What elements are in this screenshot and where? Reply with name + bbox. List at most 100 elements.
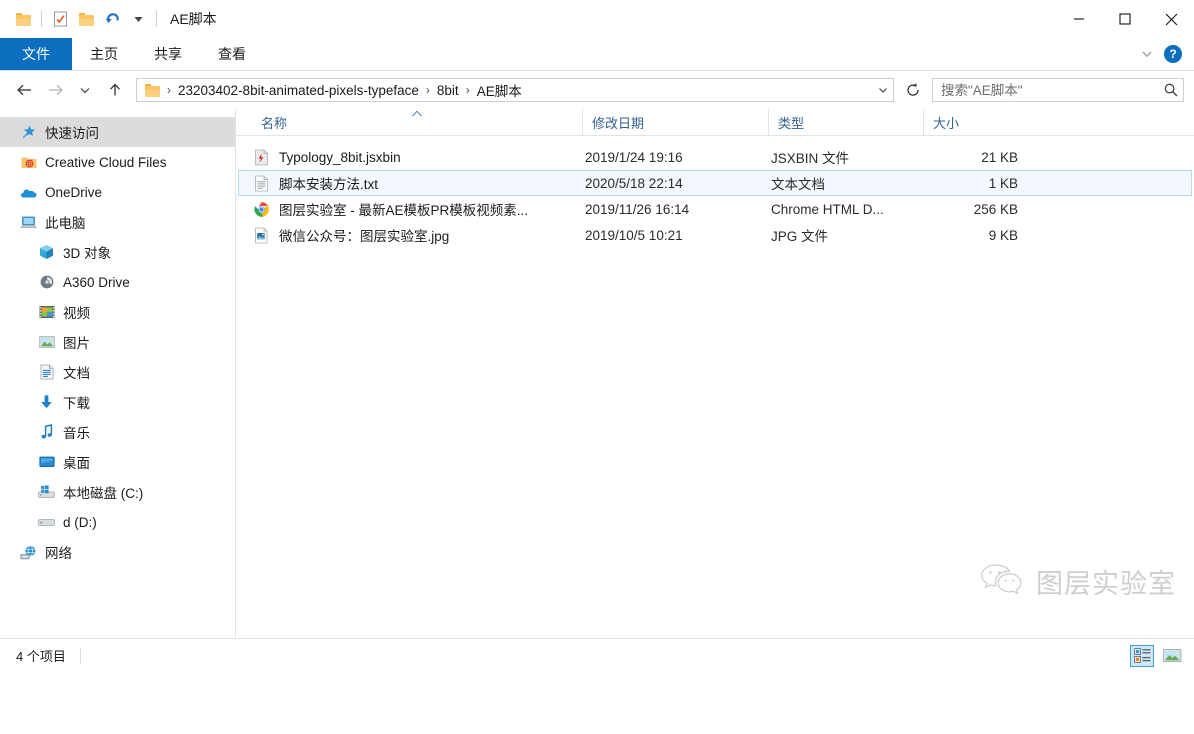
file-date-cell: 2020/5/18 22:14 [585,175,683,191]
sidebar-item-onedrive[interactable]: OneDrive [0,177,235,207]
qat-divider-1 [41,11,42,27]
file-size-cell: 1 KB [988,175,1018,191]
sidebar-item-creative-cloud-files[interactable]: Creative Cloud Files [0,147,235,177]
table-row[interactable]: 图层实验室 - 最新AE模板PR模板视频素... 2019/11/26 16:1… [238,196,1192,222]
ribbon-right-controls: ? [1140,38,1188,70]
search-icon[interactable] [1163,82,1179,98]
breadcrumb-item-0[interactable]: 23203402-8bit-animated-pixels-typeface [174,82,423,99]
refresh-icon[interactable] [902,79,924,101]
properties-icon[interactable] [47,6,73,32]
search-box[interactable] [932,78,1184,102]
folder-icon[interactable] [10,6,36,32]
sidebar-item-this-pc[interactable]: 此电脑 [0,207,235,237]
table-row[interactable]: Typology_8bit.jsxbin 2019/1/24 19:16 JSX… [238,144,1192,170]
this-pc-icon [20,214,37,231]
table-row[interactable]: 脚本安装方法.txt 2020/5/18 22:14 文本文档 1 KB [238,170,1192,196]
sidebar-item-label: 3D 对象 [63,246,112,261]
column-header-label: 类型 [778,115,805,131]
sidebar-item-local-disk-c[interactable]: 本地磁盘 (C:) [0,477,235,507]
sidebar-item-label: 快速访问 [45,126,99,141]
column-header-name[interactable]: 名称 [252,109,582,135]
breadcrumb-items: › 23203402-8bit-animated-pixels-typeface… [164,79,875,101]
column-header-label: 名称 [261,115,288,131]
help-button[interactable]: ? [1164,45,1182,63]
file-list-pane: 名称 修改日期 类型 大小 Typology_8bit.jsxbin 2019/… [236,109,1194,638]
file-name: 图层实验室 - 最新AE模板PR模板视频素... [279,203,529,218]
column-header-label: 大小 [933,115,960,131]
file-name-cell: Typology_8bit.jsxbin [253,149,585,166]
navigation-pane: 快速访问 Creative Cloud Files OneDrive 此电脑 3… [0,109,236,638]
back-button[interactable] [10,75,40,105]
sidebar-item-videos[interactable]: 视频 [0,297,235,327]
sidebar-item-music[interactable]: 音乐 [0,417,235,447]
music-icon [38,424,55,441]
column-header-type[interactable]: 类型 [768,109,923,135]
file-rows: Typology_8bit.jsxbin 2019/1/24 19:16 JSX… [236,136,1194,248]
file-size-cell: 21 KB [981,149,1018,165]
tab-file[interactable]: 文件 [0,38,72,70]
sidebar-item-a360-drive[interactable]: A360 Drive [0,267,235,297]
chevron-down-icon[interactable] [875,79,891,101]
quick-access-toolbar: AE脚本 [0,0,217,38]
file-name: 微信公众号：图层实验室.jpg [279,229,450,244]
forward-button[interactable] [40,75,70,105]
file-name: Typology_8bit.jsxbin [279,149,401,165]
file-name-cell: 脚本安装方法.txt [253,173,585,193]
file-name: 脚本安装方法.txt [279,177,379,192]
sidebar-item-label: A360 Drive [63,274,130,290]
chevron-down-icon[interactable] [1140,47,1154,61]
large-icons-view-button[interactable] [1160,645,1184,667]
column-header-date-modified[interactable]: 修改日期 [582,109,768,135]
tab-home[interactable]: 主页 [72,38,136,70]
breadcrumb-item-2[interactable]: AE脚本 [473,79,526,101]
sidebar-item-network[interactable]: 网络 [0,537,235,567]
qat-divider-2 [156,11,157,27]
sidebar-item-drive-d[interactable]: d (D:) [0,507,235,537]
3d-objects-icon [38,244,55,261]
up-button[interactable] [100,75,130,105]
sidebar-item-downloads[interactable]: 下载 [0,387,235,417]
windows-drive-icon [38,484,55,501]
sidebar-item-label: 下载 [63,396,90,411]
sidebar-item-desktop[interactable]: 桌面 [0,447,235,477]
downloads-icon [38,394,55,411]
new-folder-icon[interactable] [73,6,99,32]
tab-share[interactable]: 共享 [136,38,200,70]
sidebar-item-pictures[interactable]: 图片 [0,327,235,357]
breadcrumb[interactable]: › 23203402-8bit-animated-pixels-typeface… [136,78,894,102]
title-bar: AE脚本 [0,0,1194,38]
chrome-file-icon [253,201,270,218]
sidebar-item-quick-access[interactable]: 快速访问 [0,117,235,147]
close-button[interactable] [1148,0,1194,38]
file-type-cell: JSXBIN 文件 [771,151,850,166]
details-view-button[interactable] [1130,644,1154,667]
sidebar-item-label: 视频 [63,306,90,321]
recent-locations-button[interactable] [70,75,100,105]
sidebar-item-label: OneDrive [45,184,103,200]
minimize-button[interactable] [1056,0,1102,38]
window-title: AE脚本 [170,11,217,27]
tab-view[interactable]: 查看 [200,38,264,70]
customize-qat-icon[interactable] [125,6,151,32]
table-row[interactable]: 微信公众号：图层实验室.jpg 2019/10/5 10:21 JPG 文件 9… [238,222,1192,248]
breadcrumb-separator: › [425,83,430,97]
drive-icon [38,514,55,531]
undo-icon[interactable] [99,6,125,32]
creative-cloud-folder-icon [20,154,37,171]
status-bar: 4 个项目 [0,638,1194,672]
file-date-cell: 2019/1/24 19:16 [585,149,683,165]
documents-icon [38,364,55,381]
file-type-cell: JPG 文件 [771,229,829,244]
sidebar-item-3d-objects[interactable]: 3D 对象 [0,237,235,267]
column-header-label: 修改日期 [592,115,645,131]
pin-star-icon [20,124,37,141]
sidebar-item-label: 图片 [63,336,90,351]
sidebar-item-label: 网络 [45,546,72,561]
breadcrumb-item-1[interactable]: 8bit [433,82,463,99]
sort-ascending-icon [412,110,423,119]
search-input[interactable] [941,82,1163,98]
sidebar-item-documents[interactable]: 文档 [0,357,235,387]
maximize-button[interactable] [1102,0,1148,38]
file-date-cell: 2019/10/5 10:21 [585,227,683,243]
column-header-size[interactable]: 大小 [923,109,1033,135]
